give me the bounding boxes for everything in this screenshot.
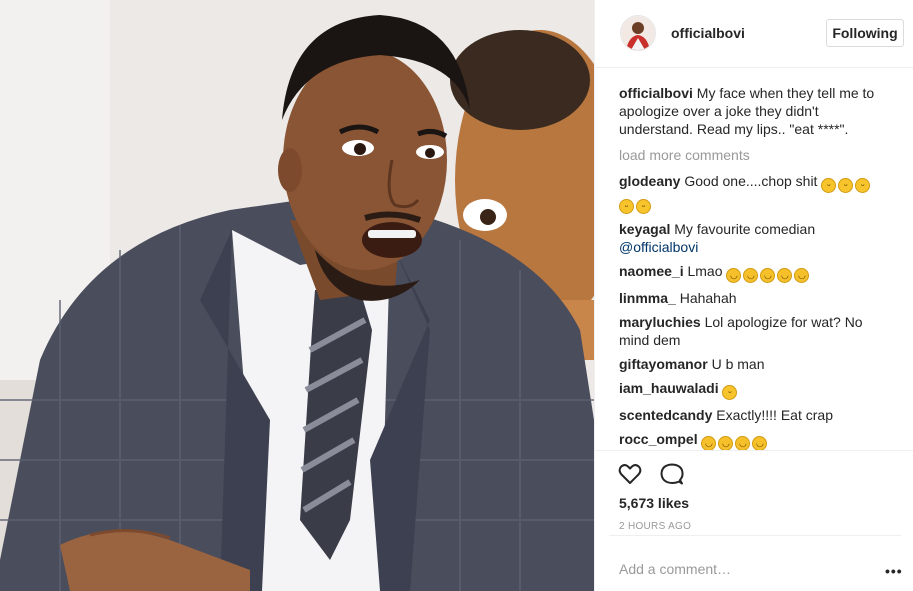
ellipsis-icon[interactable]: •••: [885, 563, 903, 579]
tears-of-joy-emoji-icon: ◡: [743, 268, 759, 283]
avatar-image: [621, 16, 655, 50]
comment-username[interactable]: linmma_: [619, 290, 676, 306]
comment-item: naomee_i Lmao ◡ ◡ ◡ ◡ ◡: [619, 262, 894, 283]
comment-item: keyagal My favourite comedian @officialb…: [619, 220, 894, 256]
post-photo[interactable]: [0, 0, 594, 591]
comment-text: Lmao: [687, 263, 723, 279]
tears-of-joy-emoji-icon: ◡: [777, 268, 793, 283]
post-photo-illustration: [0, 0, 594, 591]
following-button[interactable]: Following: [826, 19, 904, 47]
comment-username[interactable]: maryluchies: [619, 314, 701, 330]
post-header: officialbovi Following: [595, 0, 913, 68]
comment-username[interactable]: rocc_ompel: [619, 431, 698, 447]
grinning-emoji-icon: ᵕ: [855, 178, 871, 193]
post-timestamp[interactable]: 2 HOURS AGO: [619, 521, 691, 532]
divider: [609, 535, 901, 536]
comment-item: maryluchies Lol apologize for wat? No mi…: [619, 313, 894, 349]
avatar[interactable]: [620, 15, 656, 51]
comment-item: rocc_ompel ◡ ◡ ◡ ◡: [619, 430, 894, 450]
comment-username[interactable]: iam_hauwaladi: [619, 380, 719, 396]
tears-of-joy-emoji-icon: ◡: [735, 436, 751, 450]
comment-username[interactable]: glodeany: [619, 173, 680, 189]
comment-item: giftayomanor U b man: [619, 355, 894, 373]
comment-text: Hahahah: [679, 290, 737, 306]
post-actions: 5,673 likes 2 HOURS AGO •••: [595, 450, 913, 591]
post-caption: officialbovi My face when they tell me t…: [619, 84, 894, 138]
tears-of-joy-emoji-icon: ◡: [752, 436, 768, 450]
comment-item: glodeany Good one....chop shit ᵕᵕᵕ ᵕᵕ: [619, 172, 894, 214]
comment-item: scentedcandy Exactly!!!! Eat crap: [619, 406, 894, 424]
comment-username[interactable]: naomee_i: [619, 263, 684, 279]
comment-username[interactable]: keyagal: [619, 221, 670, 237]
add-comment-input[interactable]: [619, 559, 869, 579]
tears-of-joy-emoji-icon: ◡: [760, 268, 776, 283]
comment-text: Good one....chop shit: [684, 173, 818, 189]
tears-of-joy-emoji-icon: ◡: [718, 436, 734, 450]
caption-username[interactable]: officialbovi: [619, 85, 693, 101]
comments-list[interactable]: officialbovi My face when they tell me t…: [619, 84, 894, 450]
tears-of-joy-emoji-icon: ◡: [726, 268, 742, 283]
likes-count[interactable]: 5,673 likes: [619, 495, 689, 511]
comment-username[interactable]: giftayomanor: [619, 356, 708, 372]
grinning-emoji-icon: ᵕ: [619, 199, 634, 214]
post-author-username[interactable]: officialbovi: [671, 25, 745, 41]
comment-text: My favourite comedian: [674, 221, 816, 237]
speech-bubble-icon[interactable]: [659, 461, 685, 487]
grinning-emoji-icon: ᵕ: [838, 178, 854, 193]
post-sidebar: officialbovi Following officialbovi My f…: [594, 0, 913, 591]
load-more-comments-link[interactable]: load more comments: [619, 146, 894, 164]
comment-text: U b man: [711, 356, 765, 372]
comment-mention-link[interactable]: @officialbovi: [619, 239, 698, 255]
comment-item: iam_hauwaladi ᵕ: [619, 379, 894, 400]
tears-of-joy-emoji-icon: ◡: [794, 268, 810, 283]
heart-outline-icon[interactable]: [617, 461, 643, 487]
instagram-post: officialbovi Following officialbovi My f…: [0, 0, 913, 591]
comment-text: Exactly!!!! Eat crap: [716, 407, 833, 423]
grinning-emoji-icon: ᵕ: [636, 199, 651, 214]
grinning-emoji-icon: ᵕ: [821, 178, 837, 193]
comment-item: linmma_ Hahahah: [619, 289, 894, 307]
comment-username[interactable]: scentedcandy: [619, 407, 712, 423]
tears-of-joy-emoji-icon: ◡: [701, 436, 717, 450]
grinning-emoji-icon: ᵕ: [722, 385, 738, 400]
